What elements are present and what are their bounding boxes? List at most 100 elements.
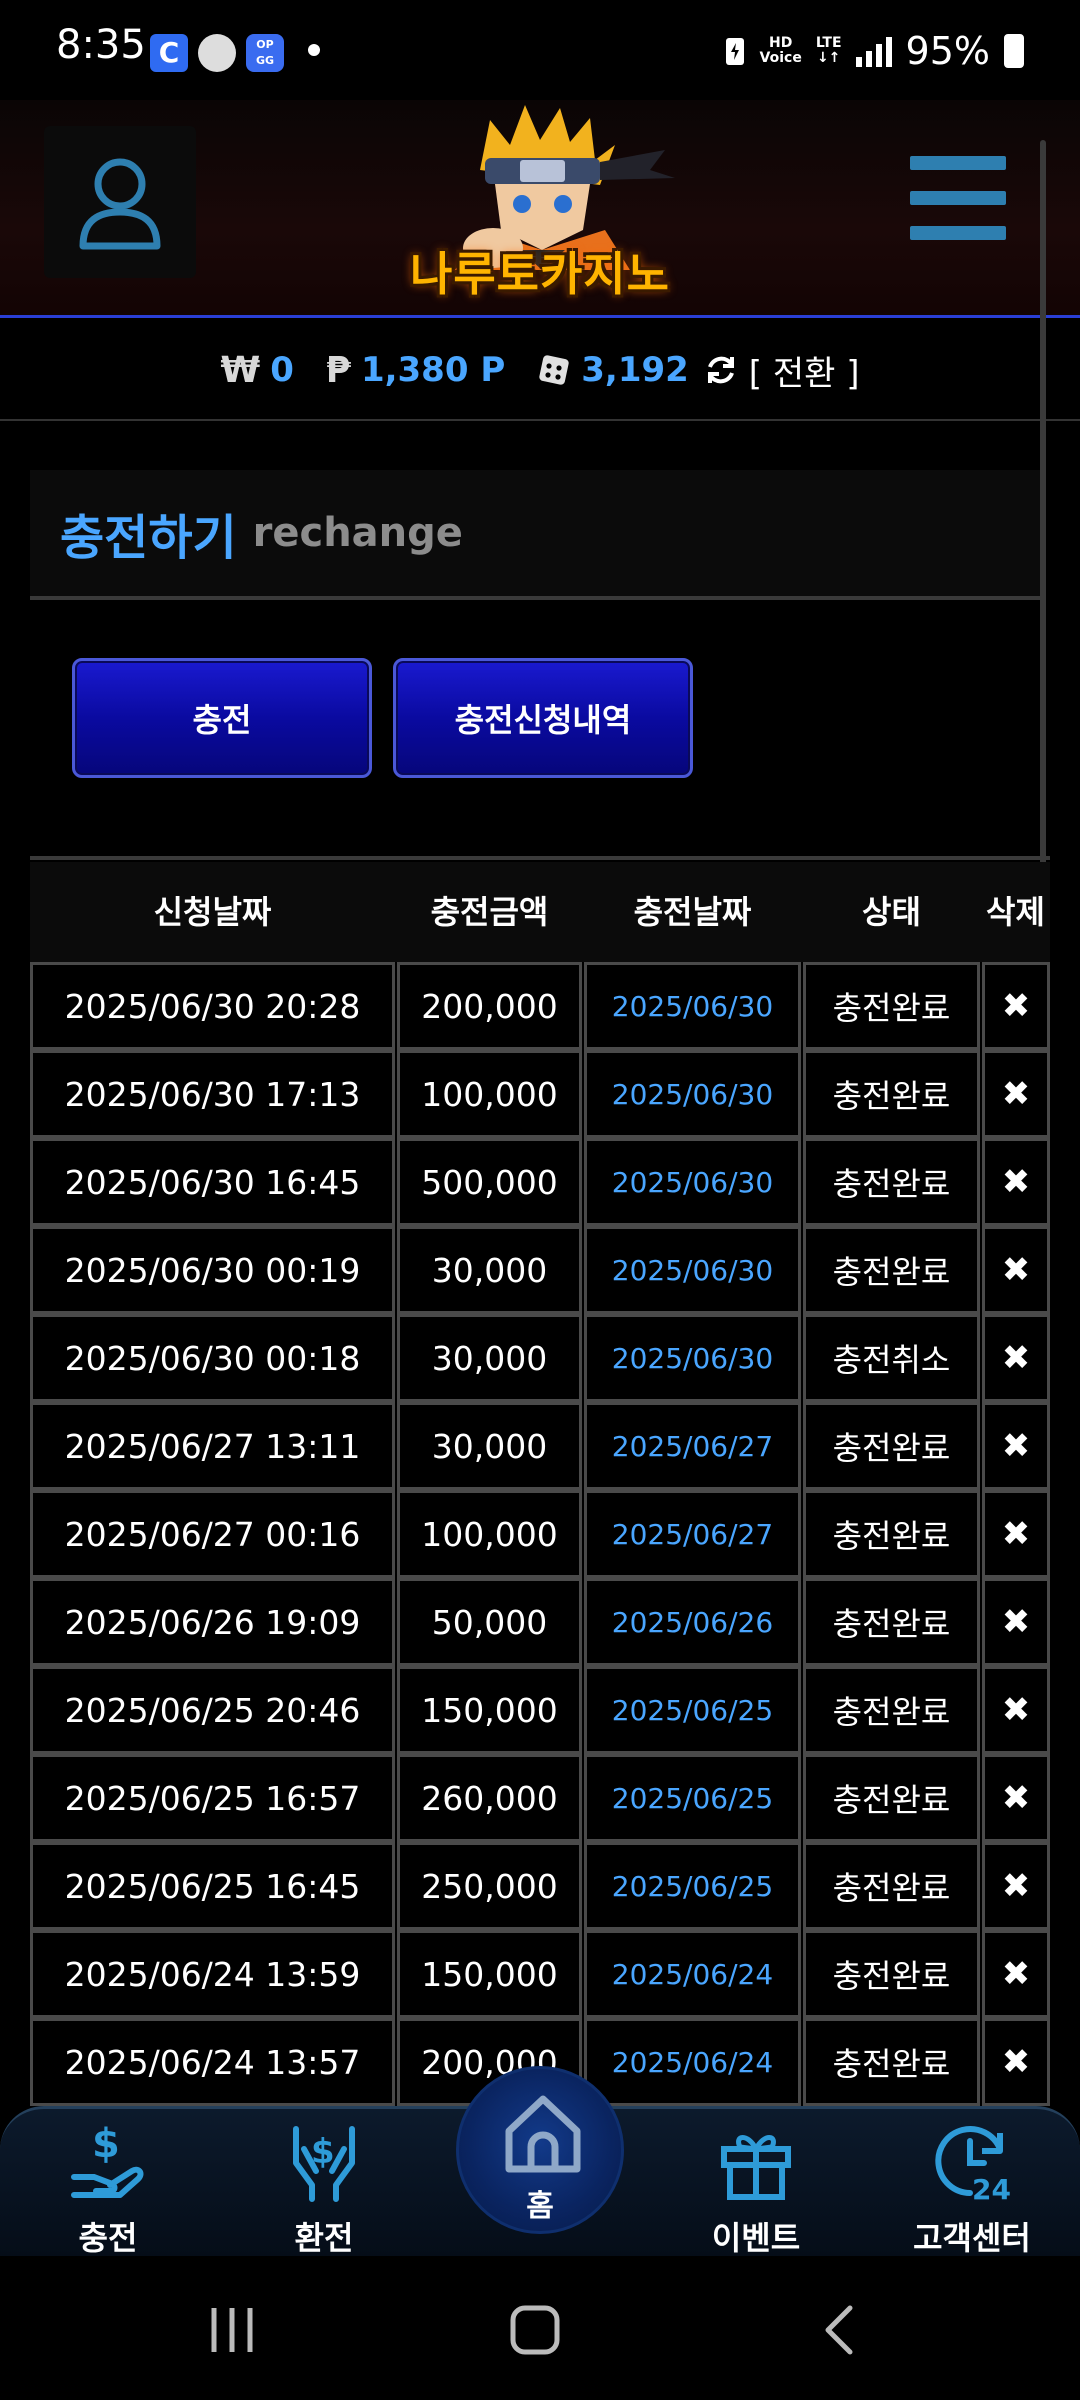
nav-recharge[interactable]: $ 충전 — [18, 2109, 198, 2259]
delete-icon[interactable]: ✖ — [982, 1578, 1050, 1666]
nav-home[interactable]: 홈 — [456, 2066, 624, 2234]
hamburger-menu-icon[interactable] — [910, 156, 1006, 240]
battery-icon — [1004, 34, 1024, 68]
delete-icon[interactable]: ✖ — [982, 2018, 1050, 2106]
back-icon[interactable] — [810, 2300, 870, 2360]
battery-percent: 95% — [905, 29, 990, 73]
request-date-cell: 2025/06/27 13:11 — [30, 1402, 395, 1490]
nav-support[interactable]: 24 고객센터 — [882, 2109, 1062, 2259]
c-app-notification-icon: C — [150, 34, 188, 72]
swap-link[interactable]: [ 전환 ] — [749, 346, 860, 395]
hd-voice-icon: HD Voice — [760, 36, 802, 66]
delete-icon[interactable]: ✖ — [982, 1754, 1050, 1842]
request-date-cell: 2025/06/25 20:46 — [30, 1666, 395, 1754]
table-row: 2025/06/30 17:13 100,000 2025/06/30 충전완료… — [30, 1050, 1050, 1138]
request-date-cell: 2025/06/24 13:59 — [30, 1930, 395, 2018]
recharge-button[interactable]: 충전 — [72, 658, 372, 778]
charge-date-cell: 2025/06/30 — [584, 1050, 801, 1138]
page-title-panel: 충전하기 rechange — [30, 470, 1040, 600]
won-balance: 0 — [270, 350, 294, 390]
logo-text: 나루토카지노 — [410, 247, 670, 301]
amount-cell: 150,000 — [397, 1666, 582, 1754]
home-system-icon[interactable] — [505, 2300, 565, 2360]
status-cell: 충전완료 — [803, 1930, 980, 2018]
charge-date-cell: 2025/06/26 — [584, 1578, 801, 1666]
request-date-cell: 2025/06/30 17:13 — [30, 1050, 395, 1138]
refresh-icon[interactable] — [703, 352, 739, 388]
home-icon — [505, 2095, 581, 2173]
delete-icon[interactable]: ✖ — [982, 1314, 1050, 1402]
balance-bar: ₩ 0 ₱ 1,380 P 3,192 [ 전환 ] — [0, 321, 1080, 421]
status-cell: 충전완료 — [803, 1226, 980, 1314]
svg-text:$: $ — [92, 2121, 120, 2167]
charge-date-cell: 2025/06/24 — [584, 1930, 801, 2018]
status-cell: 충전완료 — [803, 1490, 980, 1578]
amount-cell: 30,000 — [397, 1402, 582, 1490]
status-cell: 충전완료 — [803, 962, 980, 1050]
delete-icon[interactable]: ✖ — [982, 1490, 1050, 1578]
charge-date-cell: 2025/06/25 — [584, 1842, 801, 1930]
status-cell: 충전완료 — [803, 2018, 980, 2106]
recharge-history-button[interactable]: 충전신청내역 — [393, 658, 693, 778]
lte-arrows-icon: ↓↑ — [816, 50, 841, 66]
delete-icon[interactable]: ✖ — [982, 1138, 1050, 1226]
charge-date-cell: 2025/06/30 — [584, 962, 801, 1050]
support-24h-icon: 24 — [935, 2126, 1011, 2203]
hd-voice-top: HD — [769, 35, 793, 51]
user-button[interactable] — [44, 126, 196, 278]
amount-cell: 30,000 — [397, 1226, 582, 1314]
status-bar: 8:35 C OP GG HD Voice LTE ↓↑ 95% — [0, 0, 1080, 100]
status-cell: 충전완료 — [803, 1402, 980, 1490]
amount-cell: 100,000 — [397, 1050, 582, 1138]
amount-cell: 260,000 — [397, 1754, 582, 1842]
support-badge: 24 — [972, 2173, 1011, 2203]
col-amount: 충전금액 — [430, 893, 549, 931]
delete-icon[interactable]: ✖ — [982, 1842, 1050, 1930]
table-row: 2025/06/25 16:45 250,000 2025/06/25 충전완료… — [30, 1842, 1050, 1930]
battery-saver-icon — [725, 38, 744, 65]
charge-date-cell: 2025/06/30 — [584, 1138, 801, 1226]
table-row: 2025/06/30 16:45 500,000 2025/06/30 충전완료… — [30, 1138, 1050, 1226]
col-charge-date: 충전날짜 — [633, 893, 752, 931]
table-body: 2025/06/30 20:28 200,000 2025/06/30 충전완료… — [30, 962, 1050, 2106]
page-subtitle: rechange — [252, 510, 463, 556]
nav-exchange-label: 환전 — [294, 2219, 354, 2257]
delete-icon[interactable]: ✖ — [982, 1402, 1050, 1490]
deposit-hand-icon: $ — [71, 2121, 144, 2198]
delete-icon[interactable]: ✖ — [982, 1050, 1050, 1138]
nav-event[interactable]: 이벤트 — [666, 2109, 846, 2259]
charge-date-cell: 2025/06/27 — [584, 1490, 801, 1578]
withdraw-hands-icon: $ — [293, 2126, 355, 2202]
table-row: 2025/06/30 00:18 30,000 2025/06/30 충전취소 … — [30, 1314, 1050, 1402]
dice-icon — [539, 355, 569, 385]
charge-date-cell: 2025/06/24 — [584, 2018, 801, 2106]
point-balance: 1,380 P — [360, 350, 506, 390]
request-date-cell: 2025/06/30 16:45 — [30, 1138, 395, 1226]
delete-icon[interactable]: ✖ — [982, 1666, 1050, 1754]
site-header: 나루토카지노 — [0, 100, 1080, 318]
request-date-cell: 2025/06/24 13:57 — [30, 2018, 395, 2106]
nav-exchange[interactable]: $ 환전 — [234, 2109, 414, 2259]
col-status: 상태 — [862, 893, 921, 931]
point-icon: ₱ — [325, 349, 351, 391]
amount-cell: 50,000 — [397, 1578, 582, 1666]
delete-icon[interactable]: ✖ — [982, 962, 1050, 1050]
recent-apps-icon[interactable] — [202, 2300, 262, 2360]
status-cell: 충전완료 — [803, 1754, 980, 1842]
status-cell: 충전취소 — [803, 1314, 980, 1402]
charge-date-cell: 2025/06/30 — [584, 1314, 801, 1402]
request-date-cell: 2025/06/30 00:19 — [30, 1226, 395, 1314]
status-cell: 충전완료 — [803, 1050, 980, 1138]
amount-cell: 150,000 — [397, 1930, 582, 2018]
delete-icon[interactable]: ✖ — [982, 1226, 1050, 1314]
page-title: 충전하기 — [60, 510, 237, 566]
site-logo[interactable]: 나루토카지노 — [385, 100, 695, 310]
request-date-cell: 2025/06/25 16:57 — [30, 1754, 395, 1842]
status-right-group: HD Voice LTE ↓↑ 95% — [724, 26, 1024, 76]
network-type: LTE — [815, 35, 842, 51]
won-icon: ₩ — [220, 349, 261, 391]
table-row: 2025/06/26 19:09 50,000 2025/06/26 충전완료 … — [30, 1578, 1050, 1666]
delete-icon[interactable]: ✖ — [982, 1930, 1050, 2018]
status-cell: 충전완료 — [803, 1842, 980, 1930]
charge-date-cell: 2025/06/27 — [584, 1402, 801, 1490]
